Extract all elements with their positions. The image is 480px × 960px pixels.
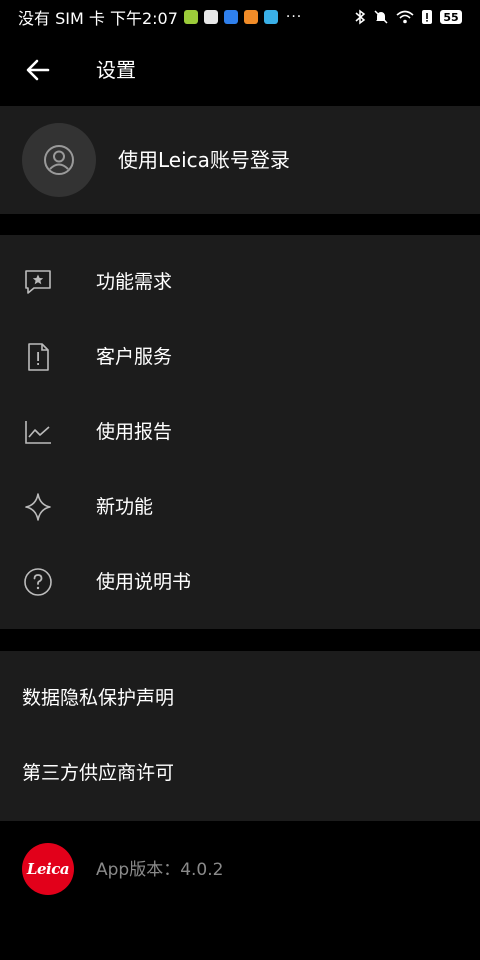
app-bar: 设置 xyxy=(0,34,480,106)
account-login-row[interactable]: 使用Leica账号登录 xyxy=(0,106,480,214)
legal-menu: 数据隐私保护声明 第三方供应商许可 xyxy=(0,651,480,821)
bell-muted-icon xyxy=(374,10,388,24)
menu-item-label: 功能需求 xyxy=(96,271,173,293)
menu-item-label: 新功能 xyxy=(96,496,154,518)
sparkle-icon xyxy=(25,493,51,521)
avatar xyxy=(22,123,96,197)
back-arrow-icon[interactable] xyxy=(24,56,52,84)
document-alert-icon xyxy=(28,343,49,371)
notification-play-icon xyxy=(243,10,258,24)
login-label: 使用Leica账号登录 xyxy=(118,148,290,172)
notification-mail-icon xyxy=(203,10,218,24)
status-bar: 没有 SIM 卡 下午2:07 ··· 55 xyxy=(0,0,480,34)
app-info-footer: Leica App版本：4.0.2 xyxy=(0,821,480,921)
more-notifications-icon: ··· xyxy=(285,9,303,25)
menu-item-privacy-statement[interactable]: 数据隐私保护声明 xyxy=(0,661,480,735)
menu-item-user-manual[interactable]: 使用说明书 xyxy=(0,545,480,619)
leica-logo: Leica xyxy=(22,843,74,895)
menu-item-usage-report[interactable]: 使用报告 xyxy=(0,395,480,469)
menu-item-third-party-licenses[interactable]: 第三方供应商许可 xyxy=(0,736,480,810)
notification-book-icon xyxy=(263,10,278,24)
help-circle-icon xyxy=(24,568,52,596)
menu-item-label: 使用报告 xyxy=(96,421,173,443)
menu-item-feature-request[interactable]: 功能需求 xyxy=(0,245,480,319)
app-version-text: App版本：4.0.2 xyxy=(96,860,224,880)
menu-item-customer-service[interactable]: 客户服务 xyxy=(0,320,480,394)
page-title: 设置 xyxy=(96,58,136,82)
battery-indicator: 55 xyxy=(440,10,462,24)
feedback-star-icon xyxy=(25,270,51,294)
carrier-time-text: 没有 SIM 卡 下午2:07 xyxy=(18,9,178,28)
menu-item-label: 使用说明书 xyxy=(96,571,192,593)
menu-item-label: 客户服务 xyxy=(96,346,173,368)
bluetooth-icon xyxy=(355,9,366,25)
legal-item-label: 第三方供应商许可 xyxy=(22,762,175,784)
alert-icon xyxy=(422,10,432,24)
wifi-icon xyxy=(396,10,414,24)
user-icon xyxy=(44,145,74,175)
menu-item-new-features[interactable]: 新功能 xyxy=(0,470,480,544)
status-bar-right: 55 xyxy=(354,9,462,25)
settings-menu: 功能需求 客户服务 使用报告 新功能 使用说明书 xyxy=(0,235,480,629)
notification-cloud-icon xyxy=(223,10,238,24)
legal-item-label: 数据隐私保护声明 xyxy=(22,687,175,709)
chart-icon xyxy=(25,421,51,444)
notification-app-icon xyxy=(183,10,198,24)
status-bar-left: 没有 SIM 卡 下午2:07 ··· xyxy=(18,5,302,29)
